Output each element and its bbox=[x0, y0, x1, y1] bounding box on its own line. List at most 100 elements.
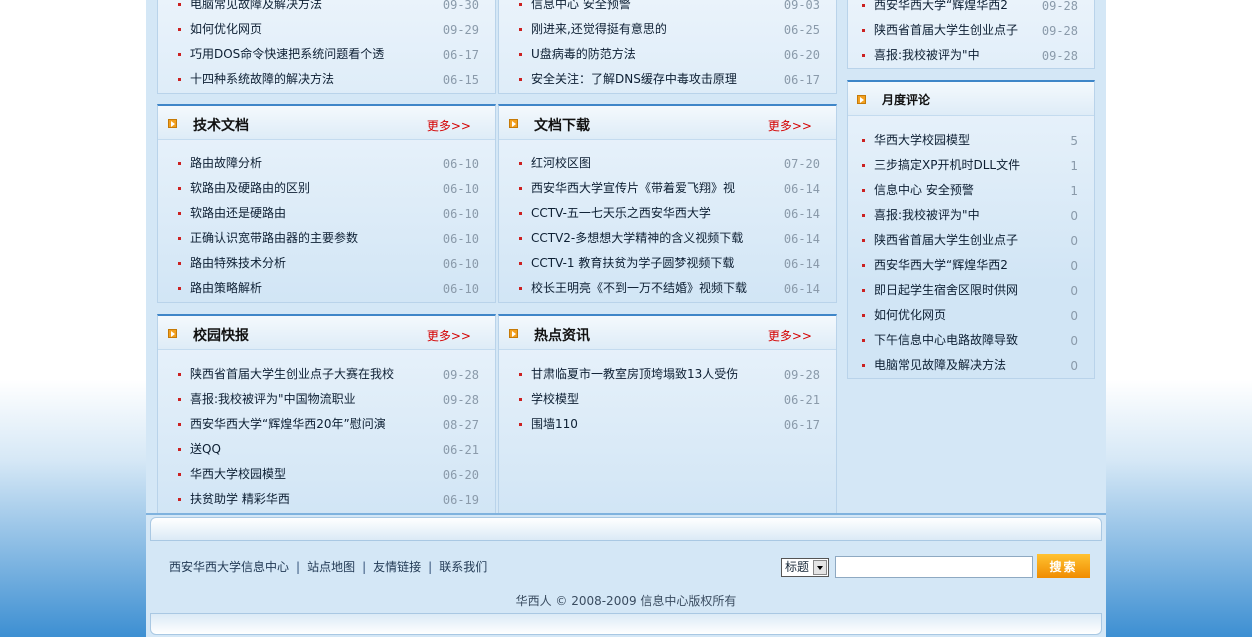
list-item[interactable]: 甘肃临夏市一教室房顶垮塌致13人受伤 09-28 bbox=[499, 362, 836, 387]
list-item-title[interactable]: U盘病毒的防范方法 bbox=[531, 42, 636, 67]
list-item[interactable]: 西安华西大学“辉煌华西2 0 bbox=[848, 253, 1094, 278]
list-item[interactable]: 下午信息中心电路故障导致 0 bbox=[848, 328, 1094, 353]
list-item[interactable]: 如何优化网页 09-29 bbox=[158, 17, 495, 42]
list-item[interactable]: 扶贫助学 精彩华西 06-19 bbox=[158, 487, 495, 512]
list-item[interactable]: 如何优化网页 0 bbox=[848, 303, 1094, 328]
list-item[interactable]: 西安华西大学“辉煌华西2 09-28 bbox=[848, 0, 1094, 18]
list-item-title[interactable]: 西安华西大学宣传片《带着爱飞翔》视 bbox=[531, 176, 735, 201]
list-item-title[interactable]: 电脑常见故障及解决方法 bbox=[190, 0, 322, 17]
list-item[interactable]: 华西大学校园模型 5 bbox=[848, 128, 1094, 153]
list-item-title[interactable]: CCTV-五一七天乐之西安华西大学 bbox=[531, 201, 711, 226]
list-item-title[interactable]: 华西大学校园模型 bbox=[190, 462, 286, 487]
list-item-title[interactable]: 西安华西大学“辉煌华西2 bbox=[874, 253, 1008, 278]
list-item-title[interactable]: 路由特殊技术分析 bbox=[190, 251, 286, 276]
list-item[interactable]: 刚进来,还觉得挺有意思的 06-25 bbox=[499, 17, 836, 42]
list-item-title[interactable]: 三步搞定XP开机时DLL文件 bbox=[874, 153, 1020, 178]
list-item-title[interactable]: 陕西省首届大学生创业点子 bbox=[874, 228, 1018, 253]
list-item-date: 06-14 bbox=[783, 282, 820, 296]
search-button[interactable]: 搜索 bbox=[1037, 554, 1090, 578]
list-item-title[interactable]: 陕西省首届大学生创业点子 bbox=[874, 18, 1018, 43]
list-item[interactable]: 安全关注：了解DNS缓存中毒攻击原理 06-17 bbox=[499, 67, 836, 92]
list-item-date: 06-17 bbox=[783, 73, 820, 87]
list-item-date: 06-14 bbox=[783, 207, 820, 221]
list-item-title[interactable]: 安全关注：了解DNS缓存中毒攻击原理 bbox=[531, 67, 737, 92]
list-item[interactable]: 围墙110 06-17 bbox=[499, 412, 836, 437]
list-item[interactable]: 路由策略解析 06-10 bbox=[158, 276, 495, 301]
list-item[interactable]: 西安华西大学“辉煌华西20年”慰问演 08-27 bbox=[158, 412, 495, 437]
list-item-title[interactable]: 巧用DOS命令快速把系统问题看个透 bbox=[190, 42, 384, 67]
list-item-title[interactable]: 刚进来,还觉得挺有意思的 bbox=[531, 17, 667, 42]
list-item-title[interactable]: 喜报:我校被评为"中 bbox=[874, 43, 980, 68]
search-input[interactable] bbox=[835, 556, 1033, 578]
list-item[interactable]: 即日起学生宿舍区限时供网 0 bbox=[848, 278, 1094, 303]
list-item-title[interactable]: 红河校区图 bbox=[531, 151, 591, 176]
list-item[interactable]: U盘病毒的防范方法 06-20 bbox=[499, 42, 836, 67]
list-item-title[interactable]: 路由故障分析 bbox=[190, 151, 262, 176]
list-item[interactable]: 校长王明亮《不到一万不结婚》视频下载 06-14 bbox=[499, 276, 836, 301]
list-item[interactable]: 正确认识宽带路由器的主要参数 06-10 bbox=[158, 226, 495, 251]
list-item-title[interactable]: 甘肃临夏市一教室房顶垮塌致13人受伤 bbox=[531, 362, 738, 387]
list-item-title[interactable]: 下午信息中心电路故障导致 bbox=[874, 328, 1018, 353]
list-item-title[interactable]: 陕西省首届大学生创业点子大赛在我校 bbox=[190, 362, 394, 387]
list-item[interactable]: 陕西省首届大学生创业点子大赛在我校 09-28 bbox=[158, 362, 495, 387]
list-item[interactable]: 路由特殊技术分析 06-10 bbox=[158, 251, 495, 276]
list-item[interactable]: 软路由及硬路由的区别 06-10 bbox=[158, 176, 495, 201]
more-link[interactable]: 更多>> bbox=[768, 117, 812, 134]
list-item[interactable]: 电脑常见故障及解决方法 0 bbox=[848, 353, 1094, 378]
list-item[interactable]: 十四种系统故障的解决方法 06-15 bbox=[158, 67, 495, 92]
list-item-title[interactable]: 正确认识宽带路由器的主要参数 bbox=[190, 226, 358, 251]
list-item-title[interactable]: 西安华西大学“辉煌华西2 bbox=[874, 0, 1008, 18]
list-item[interactable]: 喜报:我校被评为"中国物流职业 09-28 bbox=[158, 387, 495, 412]
footer-link-sitemap[interactable]: 站点地图 bbox=[307, 560, 355, 574]
footer-link-contact[interactable]: 联系我们 bbox=[439, 560, 487, 574]
list-item[interactable]: 喜报:我校被评为"中 0 bbox=[848, 203, 1094, 228]
list-item-title[interactable]: CCTV2-多想想大学精神的含义视频下载 bbox=[531, 226, 743, 251]
list-item-title[interactable]: 华西大学校园模型 bbox=[874, 128, 970, 153]
list-item-title[interactable]: 喜报:我校被评为"中国物流职业 bbox=[190, 387, 356, 412]
list-item[interactable]: 喜报:我校被评为"中 09-28 bbox=[848, 43, 1094, 68]
list-item[interactable]: 学校模型 06-21 bbox=[499, 387, 836, 412]
list-item[interactable]: 西安华西大学宣传片《带着爱飞翔》视 06-14 bbox=[499, 176, 836, 201]
list-item[interactable]: 红河校区图 07-20 bbox=[499, 151, 836, 176]
list-item-title[interactable]: 软路由还是硬路由 bbox=[190, 201, 286, 226]
list-item-title[interactable]: 送QQ bbox=[190, 437, 221, 462]
footer-link-friends[interactable]: 友情链接 bbox=[373, 560, 421, 574]
list-item[interactable]: CCTV-1 教育扶贫为学子圆梦视频下载 06-14 bbox=[499, 251, 836, 276]
list-item-title[interactable]: 学校模型 bbox=[531, 387, 579, 412]
list-item-title[interactable]: 如何优化网页 bbox=[874, 303, 946, 328]
more-link[interactable]: 更多>> bbox=[768, 327, 812, 344]
list-item[interactable]: 送QQ 06-21 bbox=[158, 437, 495, 462]
list-item[interactable]: 路由故障分析 06-10 bbox=[158, 151, 495, 176]
list-item-title[interactable]: 扶贫助学 精彩华西 bbox=[190, 487, 290, 512]
more-link[interactable]: 更多>> bbox=[427, 117, 471, 134]
list-item-title[interactable]: 即日起学生宿舍区限时供网 bbox=[874, 278, 1018, 303]
list-item[interactable]: 三步搞定XP开机时DLL文件 1 bbox=[848, 153, 1094, 178]
list-item-title[interactable]: 信息中心 安全预警 bbox=[874, 178, 974, 203]
list-item-title[interactable]: 电脑常见故障及解决方法 bbox=[874, 353, 1006, 378]
list-item[interactable]: 电脑常见故障及解决方法 09-30 bbox=[158, 0, 495, 17]
list-item-title[interactable]: 信息中心 安全预警 bbox=[531, 0, 631, 17]
list-item-title[interactable]: CCTV-1 教育扶贫为学子圆梦视频下载 bbox=[531, 251, 734, 276]
list-item-title[interactable]: 路由策略解析 bbox=[190, 276, 262, 301]
list-item-title[interactable]: 喜报:我校被评为"中 bbox=[874, 203, 980, 228]
search-type-select[interactable]: 标题 bbox=[781, 558, 829, 577]
list-item[interactable]: CCTV-五一七天乐之西安华西大学 06-14 bbox=[499, 201, 836, 226]
list-item[interactable]: 软路由还是硬路由 06-10 bbox=[158, 201, 495, 226]
list-item[interactable]: CCTV2-多想想大学精神的含义视频下载 06-14 bbox=[499, 226, 836, 251]
list-item-title[interactable]: 围墙110 bbox=[531, 412, 578, 437]
list-item-title[interactable]: 软路由及硬路由的区别 bbox=[190, 176, 310, 201]
list-item-title[interactable]: 校长王明亮《不到一万不结婚》视频下载 bbox=[531, 276, 747, 301]
footer-link-info-center[interactable]: 西安华西大学信息中心 bbox=[169, 560, 289, 574]
list-item[interactable]: 巧用DOS命令快速把系统问题看个透 06-17 bbox=[158, 42, 495, 67]
list-item-title[interactable]: 十四种系统故障的解决方法 bbox=[190, 67, 334, 92]
bullet-icon bbox=[862, 4, 865, 7]
list-item[interactable]: 华西大学校园模型 06-20 bbox=[158, 462, 495, 487]
list-item[interactable]: 陕西省首届大学生创业点子 0 bbox=[848, 228, 1094, 253]
chevron-down-icon[interactable] bbox=[813, 560, 827, 575]
list-item[interactable]: 信息中心 安全预警 1 bbox=[848, 178, 1094, 203]
list-item-title[interactable]: 如何优化网页 bbox=[190, 17, 262, 42]
more-link[interactable]: 更多>> bbox=[427, 327, 471, 344]
list-item[interactable]: 信息中心 安全预警 09-03 bbox=[499, 0, 836, 17]
list-item-title[interactable]: 西安华西大学“辉煌华西20年”慰问演 bbox=[190, 412, 386, 437]
list-item[interactable]: 陕西省首届大学生创业点子 09-28 bbox=[848, 18, 1094, 43]
